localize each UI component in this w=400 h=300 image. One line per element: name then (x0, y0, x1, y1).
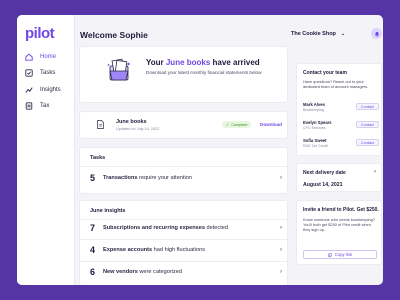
insight-text-rest: detected (204, 225, 228, 231)
pilot-logo[interactable]: pilot (25, 25, 55, 42)
shop-selector[interactable]: The Cookie Shop ⌄ (291, 31, 345, 37)
june-books-card: June books Updated on July 14, 2022 ✓ Co… (79, 111, 288, 139)
copy-link-label: Copy link (334, 252, 353, 257)
insight-row[interactable]: 6 New vendors were categorized › (90, 266, 282, 278)
member-name: Mark Alves (303, 102, 325, 107)
tax-icon (24, 102, 34, 110)
june-insights-card: June insights 7 Subscriptions and recurr… (79, 200, 288, 285)
arrow-right-icon: › (280, 225, 282, 231)
check-icon: ✓ (226, 123, 230, 127)
insight-text-rest: had high fluctuations (152, 247, 205, 253)
copy-icon (328, 252, 332, 257)
home-icon (24, 53, 34, 61)
delivery-title: Next delivery date (303, 170, 346, 176)
member-name: Evelyn Spears (303, 120, 332, 125)
divider (80, 239, 287, 240)
insight-text-bold: Expense accounts (103, 247, 153, 253)
hero-title: Your June books have arrived (146, 58, 260, 67)
divider (80, 166, 287, 167)
member-role: CFO Services (303, 125, 326, 130)
delivery-date: August 14, 2021 (303, 182, 343, 188)
task-text-bold: Transactions (103, 175, 138, 181)
team-member: Evelyn Spears CFO Services Contact (303, 120, 379, 131)
tasks-title: Tasks (90, 155, 106, 161)
books-updated-date: Updated on July 14, 2022 (116, 127, 160, 131)
task-row[interactable]: 5 Transactions require your attention › (90, 172, 282, 184)
invite-friend-card: Invite a friend to Pilot. Get $250. Know… (296, 200, 382, 265)
divider (80, 261, 287, 262)
chevron-down-icon: ⌄ (340, 31, 346, 37)
insights-title: June insights (90, 208, 126, 214)
sidebar-item-tax[interactable]: Tax (24, 102, 72, 111)
app-window: pilot Home Tasks Insights Tax Welcome So… (17, 15, 383, 285)
tasks-card: Tasks 5 Transactions require your attent… (79, 147, 288, 194)
sidebar-item-label: Insights (40, 86, 61, 93)
hero-subtitle: Download your latest monthly financial s… (146, 70, 262, 75)
shop-name: The Cookie Shop (291, 31, 336, 37)
hero-title-suffix: have arrived (210, 58, 260, 67)
sidebar-item-home[interactable]: Home (24, 52, 72, 61)
invite-description: Know someone who needs bookkeeping? You'… (303, 217, 376, 233)
insight-row[interactable]: 7 Subscriptions and recurring expenses d… (90, 222, 282, 234)
contact-button[interactable]: Contact (355, 103, 379, 110)
arrow-right-icon: › (280, 247, 282, 253)
hero-title-prefix: Your (146, 58, 166, 67)
insight-count: 7 (90, 223, 96, 233)
insight-row[interactable]: 4 Expense accounts had high fluctuations… (90, 244, 282, 256)
member-role: R&D Tax Credit (303, 143, 328, 148)
books-title: June books (116, 119, 147, 125)
insight-text: Subscriptions and recurring expenses det… (103, 225, 228, 231)
contact-button[interactable]: Contact (355, 139, 379, 146)
insights-icon (24, 86, 34, 94)
arrow-right-icon: › (374, 169, 376, 175)
sidebar-item-insights[interactable]: Insights (24, 85, 72, 94)
insight-text-rest: were categorized (137, 269, 182, 275)
sidebar-nav: Home Tasks Insights Tax (24, 52, 72, 118)
task-count: 5 (90, 173, 96, 183)
status-label: Complete (231, 122, 248, 127)
invite-title: Invite a friend to Pilot. Get $250. (303, 207, 379, 213)
member-name: Sofia Sweet (303, 138, 327, 143)
copy-link-button[interactable]: Copy link (303, 250, 377, 259)
insight-text: New vendors were categorized (103, 269, 182, 275)
team-member: Mark Alves Bookkeeping Contact (303, 102, 379, 113)
task-text-rest: require your attention (137, 175, 192, 181)
divider (80, 219, 287, 220)
insight-count: 4 (90, 245, 96, 255)
contact-description: Have questions? Reach out to your dedica… (303, 79, 369, 90)
team-member: Sofia Sweet R&D Tax Credit Contact (303, 138, 379, 149)
document-icon (97, 120, 104, 129)
hero-title-highlight: June books (165, 58, 211, 67)
contact-team-card: Contact your team Have questions? Reach … (296, 63, 382, 156)
member-role: Bookkeeping (303, 107, 324, 112)
tasks-icon (24, 69, 34, 77)
books-illustration-icon (107, 58, 130, 81)
insight-count: 6 (90, 267, 96, 277)
task-text: Transactions require your attention (103, 175, 192, 181)
insight-text: Expense accounts had high fluctuations (103, 247, 205, 253)
arrow-right-icon: › (280, 175, 282, 181)
sidebar-item-tasks[interactable]: Tasks (24, 69, 72, 78)
next-delivery-card[interactable]: Next delivery date August 14, 2021 › (296, 163, 382, 192)
page-title: Welcome Sophie (80, 30, 148, 40)
sidebar-item-label: Home (40, 53, 57, 60)
contact-title: Contact your team (303, 70, 347, 76)
insight-text-bold: Subscriptions and recurring expenses (103, 225, 205, 231)
sidebar-item-label: Tasks (40, 70, 56, 76)
sidebar: pilot Home Tasks Insights Tax (17, 15, 75, 285)
arrow-right-icon: › (280, 269, 282, 275)
insight-text-bold: New vendors (103, 269, 138, 275)
status-badge: ✓ Complete (222, 121, 252, 128)
sidebar-item-label: Tax (40, 103, 50, 109)
books-arrived-banner: Your June books have arrived Download yo… (79, 46, 288, 103)
bell-icon[interactable] (371, 28, 382, 39)
download-button[interactable]: Download (260, 122, 282, 127)
contact-button[interactable]: Contact (355, 121, 379, 128)
